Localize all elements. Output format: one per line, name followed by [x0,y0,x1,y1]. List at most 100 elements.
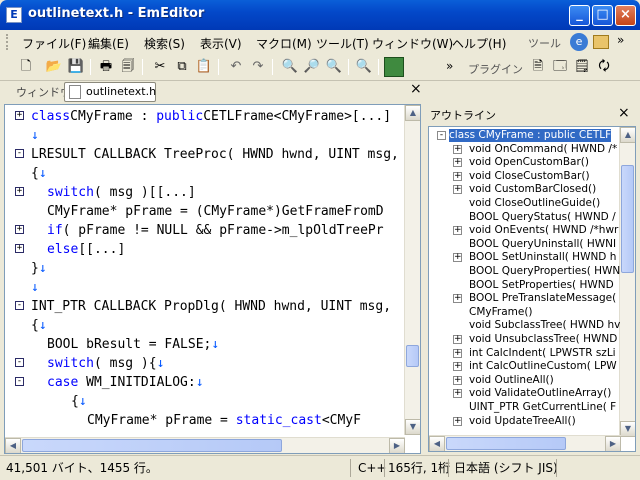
outline-close-icon[interactable]: × [618,105,630,121]
menubar-more-icon[interactable]: » [617,33,624,47]
outline-item[interactable]: BOOL QueryUninstall( HWNI [469,238,616,251]
expand-fold-icon[interactable]: + [15,187,24,196]
outline-scroll-thumb[interactable] [621,165,634,273]
expand-node-icon[interactable]: + [453,144,462,154]
undo-icon[interactable]: ↶ [226,57,246,77]
maximize-button[interactable]: □ [592,5,613,26]
expand-node-icon[interactable]: + [453,253,462,263]
outline-item[interactable]: void UnsubclassTree( HWND [469,333,617,346]
outline-item[interactable]: void OnEvents( HWND /*hwr [469,224,618,237]
status-mode[interactable]: C++ [358,459,387,477]
outline-item[interactable]: void ValidateOutlineArray() [469,387,611,400]
collapse-fold-icon[interactable]: - [15,149,24,158]
collapse-fold-icon[interactable]: - [15,377,24,386]
outline-bar-icon[interactable] [384,57,404,77]
folder-icon[interactable] [593,35,609,49]
open-file-icon[interactable]: 📂 [44,57,64,77]
outline-item[interactable]: void CloseOutlineGuide() [469,197,600,210]
expand-node-icon[interactable]: + [453,375,462,385]
save-icon[interactable]: 💾 [66,57,86,77]
outline-item[interactable]: BOOL SetProperties( HWND [469,279,614,292]
outline-scroll-left-button[interactable]: ◀ [429,436,445,451]
expand-fold-icon[interactable]: + [15,244,24,253]
plugin-3-icon[interactable]: 🗒 [572,57,592,77]
collapse-fold-icon[interactable]: - [15,301,24,310]
find-icon[interactable]: 🔍 [280,57,300,77]
expand-node-icon[interactable]: + [453,416,462,426]
outline-h-scroll-thumb[interactable] [446,437,566,450]
plugin-2-icon[interactable]: 🗔 [550,57,570,77]
outline-item[interactable]: void OnCommand( HWND /* [469,143,617,156]
expand-node-icon[interactable]: + [453,362,462,372]
outline-item[interactable]: int CalcOutlineCustom( LPW [469,360,617,373]
expand-fold-icon[interactable]: + [15,225,24,234]
new-file-icon[interactable]: 🗋 [16,57,36,77]
plugin-1-icon[interactable]: 🗎 [528,57,548,77]
toolbar-more-icon[interactable]: » [446,59,453,73]
menu-item[interactable]: ツール(T) [316,35,369,52]
scroll-down-button[interactable]: ▼ [405,419,420,435]
outline-item[interactable]: BOOL QueryProperties( HWN [469,265,620,278]
outline-item[interactable]: BOOL SetUninstall( HWND h [469,251,616,264]
outline-scroll-right-button[interactable]: ▶ [605,436,621,451]
expand-node-icon[interactable]: + [453,389,462,399]
cut-icon[interactable]: ✂ [150,57,170,77]
outline-item[interactable]: int CalcIndent( LPWSTR szLi [469,347,616,360]
outline-item[interactable]: void UpdateTreeAll() [469,415,576,428]
outline-item[interactable]: CMyFrame() [469,306,533,319]
menu-item[interactable]: ファイル(F) [22,35,86,52]
plugin-4-icon[interactable]: 🗘 [594,57,614,77]
outline-item[interactable]: void OpenCustomBar() [469,156,589,169]
expand-node-icon[interactable]: + [453,171,462,181]
scroll-right-button[interactable]: ▶ [389,438,405,453]
tab-outlinetext-h[interactable]: outlinetext.h [64,82,156,102]
outline-horizontal-scrollbar[interactable]: ◀ ▶ [429,435,621,451]
expand-node-icon[interactable]: + [453,348,462,358]
menu-item[interactable]: 表示(V) [200,35,242,52]
scroll-left-button[interactable]: ◀ [5,438,21,453]
expand-node-icon[interactable]: + [453,226,462,236]
outline-tree[interactable]: ▲ ▼ ◀ ▶ - class CMyFrame : public CETLF + v… [428,126,636,452]
app-icon[interactable]: E [6,7,22,23]
scroll-thumb[interactable] [406,345,419,367]
outline-scroll-up-button[interactable]: ▲ [620,127,635,143]
outline-item[interactable]: class CMyFrame : public CETLF [449,129,612,142]
menubar-grip[interactable] [6,34,9,50]
browser-icon[interactable]: e [570,33,588,51]
outline-vertical-scrollbar[interactable]: ▲ ▼ [619,127,635,437]
outline-item[interactable]: void SubclassTree( HWND hv [469,319,620,332]
outline-item[interactable]: UINT_PTR GetCurrentLine( F [469,401,616,414]
minimize-button[interactable]: _ [569,5,590,26]
editor-vertical-scrollbar[interactable]: ▲ ▼ [404,105,420,435]
expand-node-icon[interactable]: + [453,294,462,304]
menu-item[interactable]: ヘルプ(H) [452,35,506,52]
redo-icon[interactable]: ↷ [248,57,268,77]
outline-item[interactable]: void CloseCustomBar() [469,170,590,183]
expand-node-icon[interactable]: + [453,335,462,344]
find-in-files-icon[interactable]: 🔍 [354,57,374,77]
tab-close-icon[interactable]: × [410,81,422,97]
expand-node-icon[interactable]: + [453,185,462,195]
paste-icon[interactable]: 📋 [194,57,214,77]
outline-item[interactable]: BOOL QueryStatus( HWND / [469,211,616,224]
expand-fold-icon[interactable]: + [15,111,24,120]
editor-pane[interactable]: + classCMyFrame : publicCETLFrame<CMyFram… [4,104,421,454]
print-preview-icon[interactable]: 🗐 [118,57,138,77]
status-encoding[interactable]: 日本語 (シフト JIS) [454,459,558,477]
editor-horizontal-scrollbar[interactable]: ◀ ▶ [5,437,405,453]
close-button[interactable]: × [615,5,636,26]
menu-item[interactable]: 編集(E) [88,35,129,52]
outline-item[interactable]: void OutlineAll() [469,374,554,387]
menu-item[interactable]: マクロ(M) [256,35,312,52]
outline-scroll-down-button[interactable]: ▼ [620,421,635,437]
outline-item[interactable]: BOOL PreTranslateMessage( [469,292,616,305]
outline-item[interactable]: void CustomBarClosed() [469,183,596,196]
find-next-icon[interactable]: 🔎 [302,57,322,77]
menu-item[interactable]: 検索(S) [144,35,185,52]
find-previous-icon[interactable]: 🔍 [324,57,344,77]
collapse-fold-icon[interactable]: - [15,358,24,367]
scroll-up-button[interactable]: ▲ [405,105,420,121]
code-area[interactable]: + classCMyFrame : publicCETLFrame<CMyFram… [5,105,405,451]
menu-item[interactable]: ウィンドウ(W) [372,35,453,52]
collapse-node-icon[interactable]: - [437,131,446,140]
